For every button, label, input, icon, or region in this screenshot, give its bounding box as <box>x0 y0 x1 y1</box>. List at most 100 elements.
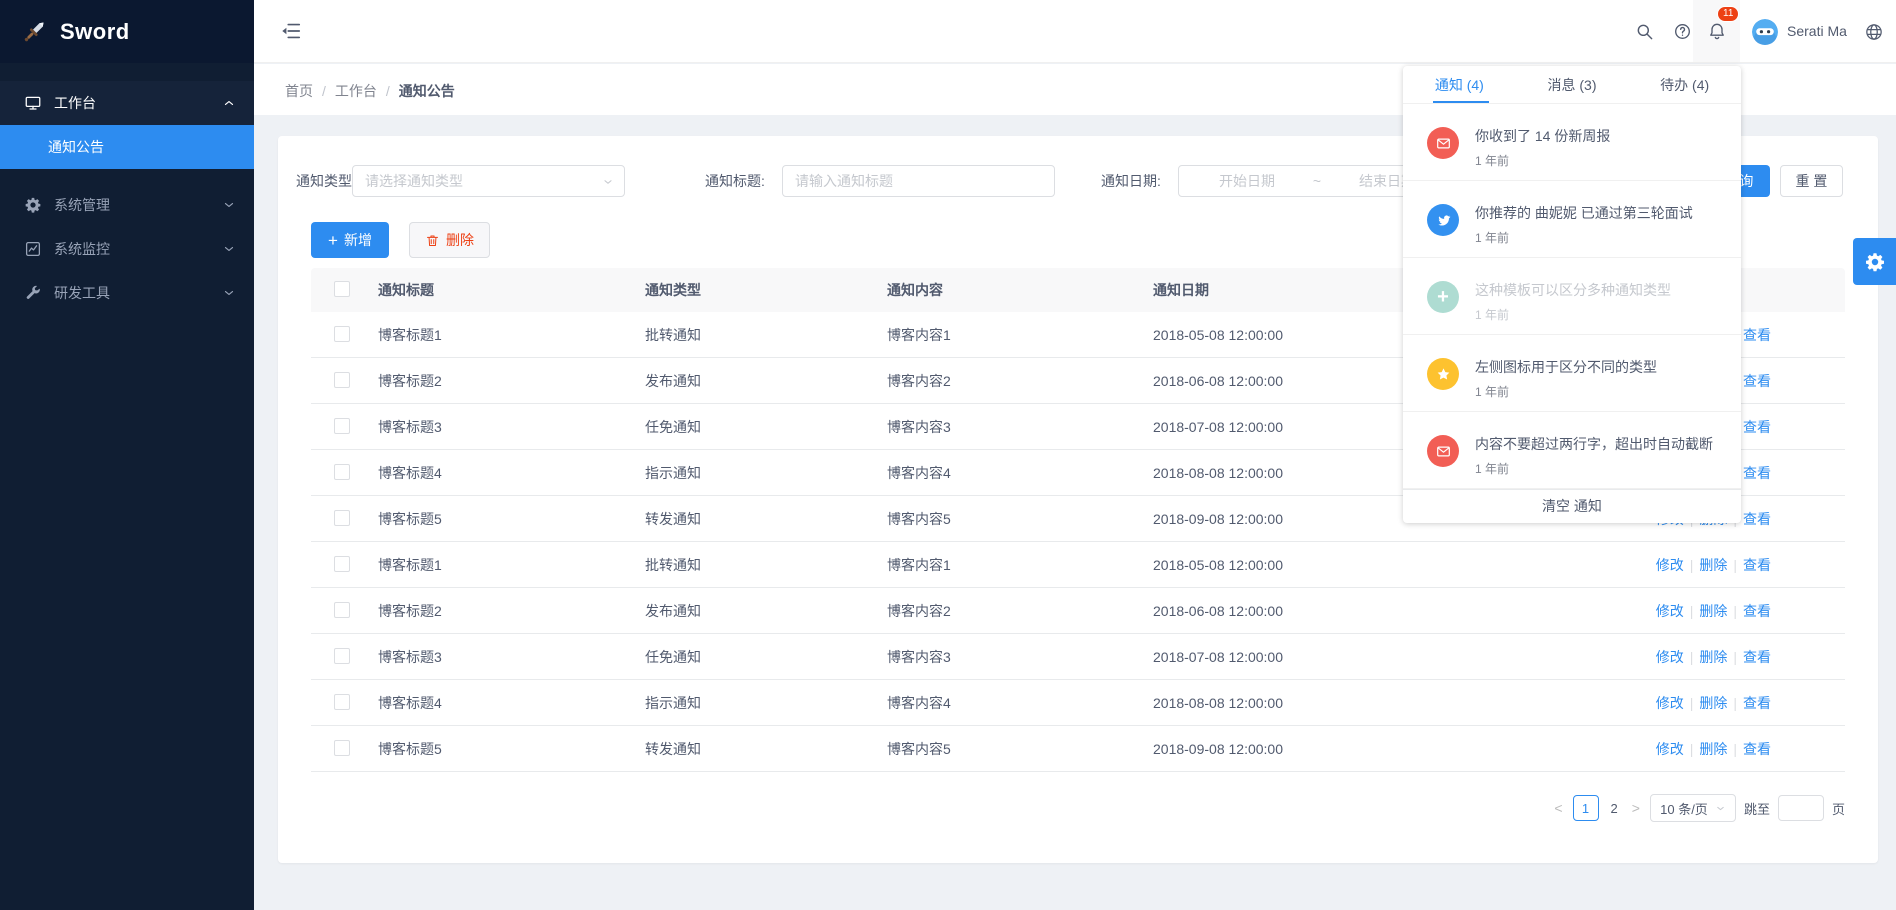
col-header-type: 通知类型 <box>645 268 701 312</box>
globe-language-icon[interactable] <box>1864 22 1884 42</box>
action-separator: | <box>1690 603 1694 619</box>
view-link[interactable]: 查看 <box>1743 601 1771 621</box>
breadcrumb-home[interactable]: 首页 <box>285 83 313 99</box>
cell-title: 博客标题3 <box>378 404 442 450</box>
view-link[interactable]: 查看 <box>1743 509 1771 529</box>
cell-date: 2018-06-08 12:00:00 <box>1153 358 1283 404</box>
view-link[interactable]: 查看 <box>1743 647 1771 667</box>
delete-link[interactable]: 删除 <box>1699 693 1727 713</box>
cell-title: 博客标题4 <box>378 680 442 726</box>
notification-item[interactable]: 你推荐的 曲妮妮 已通过第三轮面试 1 年前 <box>1403 181 1741 258</box>
page-2-button[interactable]: 2 <box>1607 801 1622 816</box>
tab-todo[interactable]: 待办 (4) <box>1628 66 1741 103</box>
settings-button[interactable] <box>1853 238 1896 285</box>
notification-item[interactable]: 左侧图标用于区分不同的类型 1 年前 <box>1403 335 1741 412</box>
chevron-down-icon <box>222 242 236 256</box>
add-button[interactable]: + 新增 <box>311 222 389 258</box>
view-link[interactable]: 查看 <box>1743 325 1771 345</box>
date-start-placeholder: 开始日期 <box>1219 171 1275 191</box>
app-logo[interactable]: Sword <box>0 0 254 63</box>
page-size-value: 10 条/页 <box>1660 799 1708 818</box>
row-actions: 修改 | 删除 | 查看 <box>1656 588 1771 634</box>
notification-time: 1 年前 <box>1475 460 1509 477</box>
user-name[interactable]: Serati Ma <box>1787 23 1847 39</box>
delete-link[interactable]: 删除 <box>1699 739 1727 759</box>
cell-type: 任免通知 <box>645 404 701 450</box>
clear-notifications-button[interactable]: 清空 通知 <box>1403 489 1741 523</box>
select-placeholder: 请选择通知类型 <box>365 171 463 191</box>
tab-message[interactable]: 消息 (3) <box>1516 66 1629 103</box>
cell-title: 博客标题2 <box>378 588 442 634</box>
view-link[interactable]: 查看 <box>1743 739 1771 759</box>
select-all-checkbox[interactable] <box>334 281 350 297</box>
action-separator: | <box>1733 603 1737 619</box>
breadcrumb-workbench[interactable]: 工作台 <box>335 83 377 99</box>
action-separator: | <box>1690 557 1694 573</box>
help-icon[interactable] <box>1673 22 1692 41</box>
modify-link[interactable]: 修改 <box>1656 601 1684 621</box>
chevron-down-icon <box>222 286 236 300</box>
cell-title: 博客标题4 <box>378 450 442 496</box>
cell-content: 博客内容2 <box>887 588 951 634</box>
row-checkbox[interactable] <box>334 694 350 710</box>
notification-time: 1 年前 <box>1475 306 1509 323</box>
page-size-select[interactable]: 10 条/页 <box>1650 794 1736 822</box>
row-checkbox[interactable] <box>334 418 350 434</box>
view-link[interactable]: 查看 <box>1743 555 1771 575</box>
delete-link[interactable]: 删除 <box>1699 647 1727 667</box>
modify-link[interactable]: 修改 <box>1656 647 1684 667</box>
row-checkbox[interactable] <box>334 602 350 618</box>
row-checkbox[interactable] <box>334 556 350 572</box>
gear-icon <box>24 196 42 214</box>
cell-type: 批转通知 <box>645 312 701 358</box>
view-link[interactable]: 查看 <box>1743 371 1771 391</box>
notification-item-read[interactable]: + 这种模板可以区分多种通知类型 1 年前 <box>1403 258 1741 335</box>
table-row: 博客标题3 任免通知 博客内容3 2018-07-08 12:00:00 修改|… <box>311 634 1845 680</box>
chevron-left-icon[interactable]: < <box>1552 800 1564 816</box>
delete-link[interactable]: 删除 <box>1699 555 1727 575</box>
row-checkbox[interactable] <box>334 464 350 480</box>
view-link[interactable]: 查看 <box>1743 463 1771 483</box>
row-checkbox[interactable] <box>334 510 350 526</box>
sidebar-item-system-monitor[interactable]: 系统监控 <box>0 227 254 271</box>
view-link[interactable]: 查看 <box>1743 693 1771 713</box>
chevron-down-icon <box>602 176 614 188</box>
row-checkbox[interactable] <box>334 648 350 664</box>
modify-link[interactable]: 修改 <box>1656 693 1684 713</box>
cell-type: 发布通知 <box>645 358 701 404</box>
notification-item[interactable]: 你收到了 14 份新周报 1 年前 <box>1403 104 1741 181</box>
sidebar-item-workbench[interactable]: 工作台 <box>0 81 254 125</box>
row-actions: 修改|删除|查看 <box>1656 680 1771 726</box>
chevron-right-icon[interactable]: > <box>1630 800 1642 816</box>
row-checkbox[interactable] <box>334 740 350 756</box>
jump-to-input[interactable] <box>1778 795 1824 821</box>
sidebar-item-system-mgmt[interactable]: 系统管理 <box>0 183 254 227</box>
notice-type-select[interactable]: 请选择通知类型 <box>352 165 625 197</box>
modify-link[interactable]: 修改 <box>1656 555 1684 575</box>
action-separator: | <box>1733 557 1737 573</box>
notice-title-input[interactable] <box>782 165 1055 197</box>
breadcrumb-current: 通知公告 <box>399 83 455 99</box>
sidebar-item-dev-tools[interactable]: 研发工具 <box>0 271 254 315</box>
reset-button[interactable]: 重 置 <box>1780 165 1843 197</box>
row-checkbox[interactable] <box>334 372 350 388</box>
notification-title: 内容不要超过两行字，超出时自动截断 <box>1475 434 1713 454</box>
search-icon[interactable] <box>1635 22 1654 41</box>
row-checkbox[interactable] <box>334 326 350 342</box>
delete-link[interactable]: 删除 <box>1699 601 1727 621</box>
tab-notice[interactable]: 通知 (4) <box>1403 66 1516 103</box>
notification-title: 左侧图标用于区分不同的类型 <box>1475 357 1657 377</box>
col-header-content: 通知内容 <box>887 268 943 312</box>
modify-link[interactable]: 修改 <box>1656 739 1684 759</box>
sidebar-item-notice-announcement[interactable]: 通知公告 <box>0 125 254 169</box>
page-1-button[interactable]: 1 <box>1573 795 1599 821</box>
mail-icon <box>1427 435 1459 467</box>
notification-item[interactable]: 内容不要超过两行字，超出时自动截断 1 年前 <box>1403 412 1741 489</box>
avatar[interactable] <box>1752 19 1778 45</box>
cell-type: 指示通知 <box>645 450 701 496</box>
sidebar-collapse-icon[interactable] <box>280 20 302 42</box>
row-actions: 修改|删除|查看 <box>1656 634 1771 680</box>
delete-button[interactable]: 删除 <box>409 222 490 258</box>
view-link[interactable]: 查看 <box>1743 417 1771 437</box>
cell-content: 博客内容3 <box>887 634 951 680</box>
